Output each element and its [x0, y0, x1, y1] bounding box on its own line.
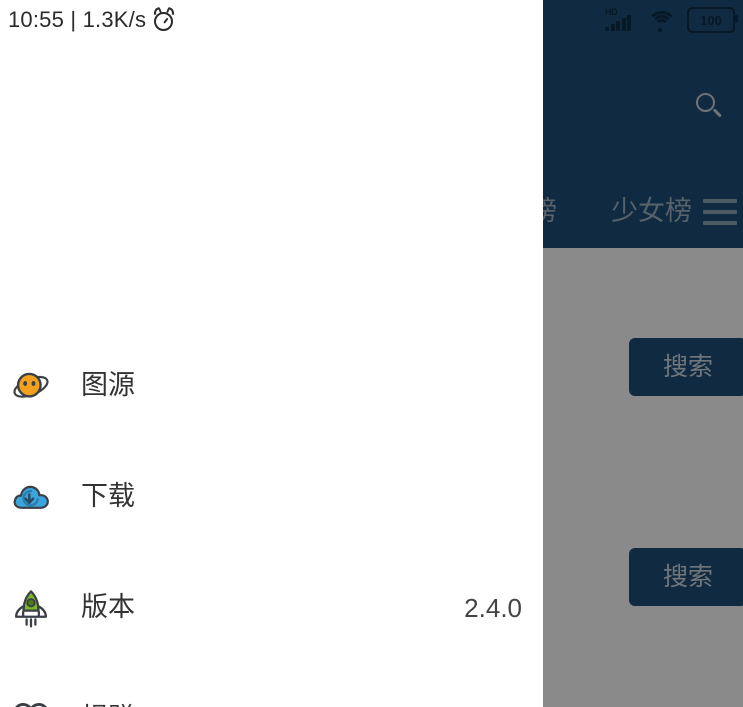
menu-item-download[interactable]: 下载 — [0, 441, 543, 552]
tab-shaonv-bang[interactable]: 少女榜 — [611, 180, 692, 242]
status-bar-time-speed: 10:55 | 1.3K/s — [8, 7, 147, 32]
menu-item-download-label: 下载 — [81, 481, 135, 511]
search-icon — [696, 93, 722, 119]
header-search-button[interactable] — [681, 78, 737, 134]
signal-bars-icon: HD — [605, 7, 637, 33]
navigation-drawer: 10:55 | 1.3K/s 图源 下载 版本 2.4.0 — [0, 0, 543, 707]
drawer-menu-list: 图源 下载 版本 2.4.0 — [0, 330, 543, 707]
search-button-1[interactable]: 搜索 — [629, 338, 743, 396]
battery-icon: 100 — [687, 7, 738, 33]
search-button-2[interactable]: 搜索 — [629, 548, 743, 606]
search-button-2-label: 搜索 — [662, 562, 713, 591]
image-source-icon — [0, 366, 62, 406]
alarm-clock-icon — [152, 6, 177, 31]
menu-item-version[interactable]: 版本 2.4.0 — [0, 552, 543, 663]
heart-icon — [0, 699, 62, 707]
menu-item-version-value: 2.4.0 — [464, 592, 522, 623]
search-button-1-label: 搜索 — [662, 352, 713, 381]
menu-item-image-source-label: 图源 — [81, 370, 135, 400]
status-bar-indicators: HD 100 — [605, 7, 738, 33]
menu-item-version-label: 版本 — [81, 592, 135, 622]
rocket-icon — [0, 587, 62, 629]
signal-bars — [605, 15, 631, 31]
battery-level: 100 — [700, 12, 722, 28]
cloud-download-icon — [0, 477, 62, 517]
menu-item-donate[interactable]: 捐赠 — [0, 663, 543, 707]
wifi-icon — [647, 9, 677, 33]
app-root: HD 100 榜 少女榜 搜索 搜索 10:55 | 1.3K/s 图源 下载 … — [0, 0, 743, 707]
hamburger-menu-icon[interactable] — [697, 190, 741, 234]
menu-item-image-source[interactable]: 图源 — [0, 330, 543, 441]
drawer-status-bar: 10:55 | 1.3K/s — [0, 0, 543, 40]
